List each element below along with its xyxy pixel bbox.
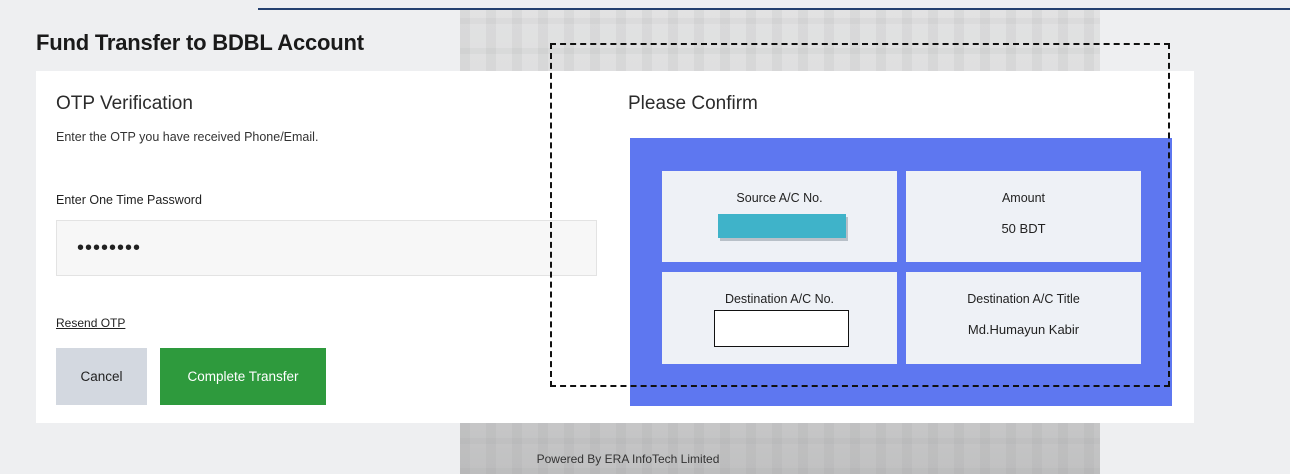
destination-title-value: Md.Humayun Kabir <box>967 322 1080 337</box>
otp-input[interactable] <box>56 220 597 276</box>
destination-title-cell: Destination A/C Title Md.Humayun Kabir <box>906 272 1141 364</box>
cancel-button[interactable]: Cancel <box>56 348 147 405</box>
otp-instructions: Enter the OTP you have received Phone/Em… <box>56 130 319 144</box>
footer-powered-by: Powered By ERA InfoTech Limited <box>536 452 720 466</box>
complete-transfer-button[interactable]: Complete Transfer <box>160 348 326 405</box>
amount-value: 50 BDT <box>1001 221 1046 236</box>
destination-account-cell: Destination A/C No. <box>662 272 897 364</box>
confirm-details-panel: Source A/C No. Amount 50 BDT Destination… <box>630 138 1172 406</box>
destination-account-label: Destination A/C No. <box>724 292 835 306</box>
source-account-redaction <box>718 214 846 238</box>
destination-account-redaction <box>714 310 849 347</box>
header-divider-line <box>258 8 1290 10</box>
resend-otp-link[interactable]: Resend OTP <box>56 316 125 330</box>
otp-verification-heading: OTP Verification <box>56 93 193 114</box>
source-account-cell: Source A/C No. <box>662 171 897 262</box>
please-confirm-heading: Please Confirm <box>628 93 758 114</box>
page-title: Fund Transfer to BDBL Account <box>36 30 364 55</box>
source-account-label: Source A/C No. <box>736 191 823 205</box>
fund-transfer-card: OTP Verification Enter the OTP you have … <box>36 71 1194 423</box>
otp-input-label: Enter One Time Password <box>56 193 202 207</box>
destination-title-label: Destination A/C Title <box>967 292 1080 306</box>
amount-cell: Amount 50 BDT <box>906 171 1141 262</box>
amount-label: Amount <box>1001 191 1046 205</box>
